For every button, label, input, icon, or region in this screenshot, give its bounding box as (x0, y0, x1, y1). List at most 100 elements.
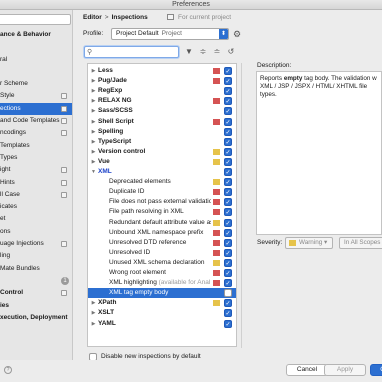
sidebar-item[interactable]: 1 (0, 275, 72, 287)
chevron-right-icon[interactable]: ▶ (90, 298, 97, 308)
sidebar-item[interactable]: ections (0, 102, 72, 116)
inspection-row[interactable]: File path resolving in XML ✓ (88, 207, 236, 217)
sidebar-item[interactable]: icates (0, 201, 72, 213)
inspection-group-row[interactable]: ▶ XPath ✓ (88, 298, 236, 308)
splitter[interactable] (241, 63, 242, 348)
expand-all-icon[interactable]: ≑ (198, 47, 208, 57)
inspection-row[interactable]: XML highlighting (available for Anal ✓ (88, 278, 236, 288)
enabled-checkbox[interactable]: ✓ (224, 97, 232, 106)
enabled-checkbox[interactable]: ✓ (224, 228, 232, 237)
chevron-right-icon[interactable]: ▶ (90, 117, 97, 127)
sidebar-item[interactable]: ies (0, 300, 72, 312)
inspection-row[interactable]: File does not pass external validatio ✓ (88, 197, 236, 207)
inspection-group-row[interactable]: ▶ RegExp ✓ (88, 86, 236, 96)
enabled-checkbox[interactable]: ✓ (224, 67, 232, 75)
sidebar-item[interactable]: and Code Templates (0, 115, 72, 127)
enabled-checkbox[interactable]: ✓ (224, 309, 232, 318)
sidebar-item[interactable]: Mate Bundles (0, 263, 72, 275)
enabled-checkbox[interactable]: ✓ (224, 137, 232, 146)
inspection-group-row[interactable]: ▼ XML ✓ (88, 167, 236, 177)
sidebar-item[interactable]: Hints (0, 177, 72, 189)
inspection-row[interactable]: Unresolved DTD reference ✓ (88, 238, 236, 248)
enabled-checkbox[interactable]: ✓ (224, 218, 232, 227)
inspection-row[interactable]: Deprecated elements ✓ (88, 177, 236, 187)
ok-button[interactable]: OK (370, 364, 382, 376)
inspection-row[interactable]: Unbound XML namespace prefix ✓ (88, 228, 236, 238)
inspection-group-row[interactable]: ▶ YAML ✓ (88, 319, 236, 329)
sidebar-item[interactable]: Control (0, 287, 72, 299)
enabled-checkbox[interactable]: ✓ (224, 168, 232, 176)
inspection-row[interactable]: XML tag empty body (88, 288, 236, 299)
enabled-checkbox[interactable]: ✓ (224, 188, 232, 197)
sidebar-item[interactable]: ncodings (0, 127, 72, 139)
chevron-right-icon[interactable]: ▶ (90, 127, 97, 137)
inspection-group-row[interactable]: ▶ Version control ✓ (88, 147, 236, 157)
enabled-checkbox[interactable]: ✓ (224, 77, 232, 86)
chevron-right-icon[interactable]: ▶ (90, 86, 97, 96)
inspection-search-input[interactable]: ⚲ (84, 46, 179, 58)
chevron-right-icon[interactable]: ▶ (90, 308, 97, 318)
enabled-checkbox[interactable]: ✓ (224, 299, 232, 308)
inspection-group-row[interactable]: ▶ RELAX NG ✓ (88, 96, 236, 106)
inspection-row[interactable]: Duplicate ID ✓ (88, 187, 236, 197)
enabled-checkbox[interactable]: ✓ (224, 238, 232, 247)
sidebar-item[interactable]: ight (0, 164, 72, 176)
enabled-checkbox[interactable]: ✓ (224, 178, 232, 187)
reset-icon[interactable]: ↺ (226, 47, 236, 57)
enabled-checkbox[interactable]: ✓ (224, 319, 232, 328)
enabled-checkbox[interactable]: ✓ (224, 87, 232, 96)
inspection-group-row[interactable]: ▶ Less ✓ (88, 66, 236, 76)
enabled-checkbox[interactable] (224, 289, 232, 298)
sidebar-item[interactable]: et (0, 213, 72, 225)
sidebar-item[interactable] (0, 41, 72, 53)
chevron-right-icon[interactable]: ▶ (90, 106, 97, 116)
inspection-row[interactable]: Redundant default attribute value as ✓ (88, 218, 236, 228)
enabled-checkbox[interactable]: ✓ (224, 107, 232, 116)
inspection-group-row[interactable]: ▶ Pug/Jade ✓ (88, 76, 236, 86)
inspection-row[interactable]: Unresolved ID ✓ (88, 248, 236, 258)
sidebar-search-input[interactable] (0, 14, 71, 25)
chevron-right-icon[interactable]: ▶ (90, 319, 97, 329)
breadcrumb-editor[interactable]: Editor (83, 14, 102, 21)
chevron-right-icon[interactable]: ▶ (90, 137, 97, 147)
severity-select[interactable]: Warning ▾ (285, 237, 333, 249)
filter-icon[interactable]: ▼ (184, 47, 194, 57)
sidebar-item[interactable]: xecution, Deployment (0, 312, 72, 324)
sidebar-item[interactable]: Style (0, 90, 72, 102)
sidebar-item[interactable]: ral (0, 54, 72, 66)
sidebar-item[interactable]: ling (0, 250, 72, 262)
chevron-right-icon[interactable]: ▶ (90, 76, 97, 86)
sidebar-item[interactable]: r Scheme (0, 78, 72, 90)
sidebar-item[interactable]: ons (0, 226, 72, 238)
sidebar-item[interactable]: uage Injections (0, 238, 72, 250)
enabled-checkbox[interactable]: ✓ (224, 198, 232, 207)
chevron-down-icon[interactable]: ▼ (90, 167, 97, 177)
inspection-group-row[interactable]: ▶ Shell Script ✓ (88, 117, 236, 127)
gear-icon[interactable]: ⚙ (233, 29, 243, 39)
collapse-all-icon[interactable]: ≐ (212, 47, 222, 57)
chevron-right-icon[interactable]: ▶ (90, 96, 97, 106)
sidebar-item[interactable] (0, 66, 72, 78)
enabled-checkbox[interactable]: ✓ (224, 248, 232, 257)
enabled-checkbox[interactable]: ✓ (224, 147, 232, 156)
profile-select[interactable]: Project Default Project ⬍ (111, 28, 229, 40)
cancel-button[interactable]: Cancel (286, 364, 328, 376)
enabled-checkbox[interactable]: ✓ (224, 127, 232, 136)
enabled-checkbox[interactable]: ✓ (224, 258, 232, 267)
help-icon[interactable]: ? (4, 366, 12, 374)
chevron-right-icon[interactable]: ▶ (90, 66, 97, 76)
inspection-group-row[interactable]: ▶ XSLT ✓ (88, 308, 236, 318)
enabled-checkbox[interactable]: ✓ (224, 157, 232, 166)
enabled-checkbox[interactable]: ✓ (224, 279, 232, 288)
sidebar-item[interactable]: Templates (0, 140, 72, 152)
inspection-group-row[interactable]: ▶ Sass/SCSS ✓ (88, 106, 236, 116)
apply-button[interactable]: Apply (324, 364, 366, 376)
inspection-group-row[interactable]: ▶ TypeScript ✓ (88, 137, 236, 147)
inspection-group-row[interactable]: ▶ Spelling ✓ (88, 127, 236, 137)
enabled-checkbox[interactable]: ✓ (224, 117, 232, 126)
sidebar-item[interactable]: ance & Behavior (0, 29, 72, 41)
sidebar-item[interactable]: Types (0, 152, 72, 164)
scope-select[interactable]: In All Scopes (339, 237, 382, 249)
chevron-right-icon[interactable]: ▶ (90, 157, 97, 167)
chevron-right-icon[interactable]: ▶ (90, 147, 97, 157)
